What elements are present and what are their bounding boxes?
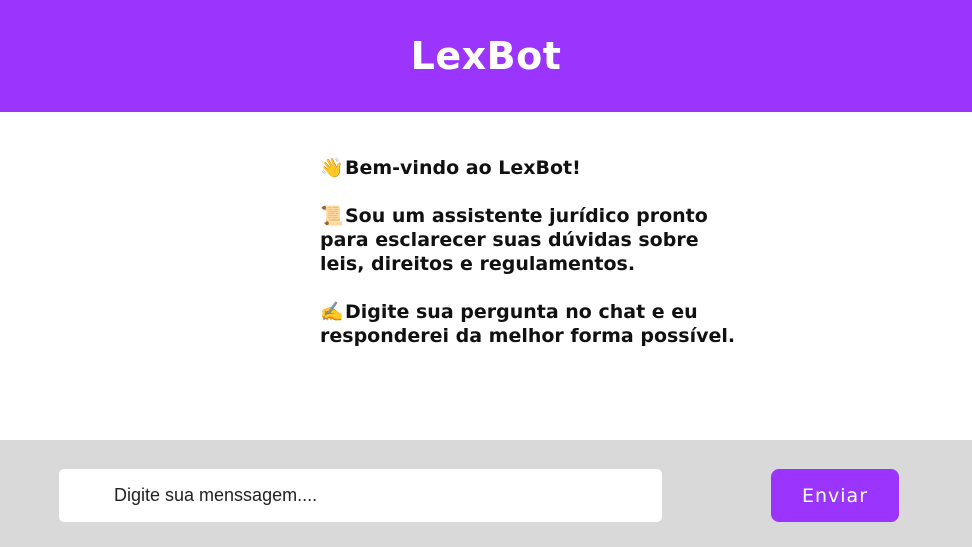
message-input[interactable] xyxy=(59,469,662,522)
intro-line: 📜Sou um assistente jurídico pronto para … xyxy=(320,204,740,276)
send-button[interactable]: Enviar xyxy=(771,469,899,522)
app-title: LexBot xyxy=(410,34,562,78)
scroll-icon: 📜 xyxy=(320,205,344,227)
intro-text: Sou um assistente jurídico pronto para e… xyxy=(320,205,708,275)
composer-bar: Enviar xyxy=(0,440,972,547)
welcome-message: 👋Bem-vindo ao LexBot! 📜Sou um assistente… xyxy=(320,156,740,372)
lexbot-app: LexBot 👋Bem-vindo ao LexBot! 📜Sou um ass… xyxy=(0,0,972,547)
chat-area: 👋Bem-vindo ao LexBot! 📜Sou um assistente… xyxy=(0,112,972,440)
greeting-line: 👋Bem-vindo ao LexBot! xyxy=(320,156,740,180)
app-header: LexBot xyxy=(0,0,972,112)
writing-hand-icon: ✍️ xyxy=(320,301,344,323)
instruction-line: ✍️Digite sua pergunta no chat e eu respo… xyxy=(320,300,740,348)
greeting-text: Bem-vindo ao LexBot! xyxy=(345,157,581,179)
waving-hand-icon: 👋 xyxy=(320,157,344,179)
instruction-text: Digite sua pergunta no chat e eu respond… xyxy=(320,301,736,347)
